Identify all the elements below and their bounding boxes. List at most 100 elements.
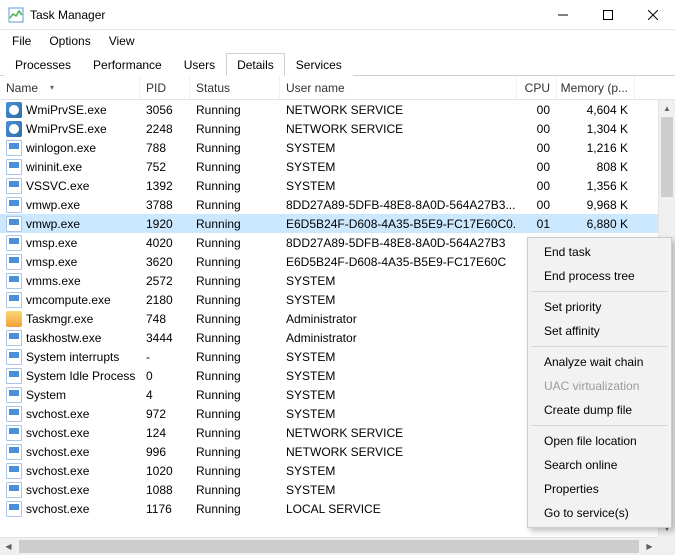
table-row[interactable]: wininit.exe752RunningSYSTEM00808 K [0,157,675,176]
maximize-button[interactable] [585,0,630,30]
cell-status: Running [190,271,280,290]
process-icon [6,235,22,251]
column-header-status[interactable]: Status [190,76,280,99]
cell-status: Running [190,423,280,442]
cell-cpu: 00 [517,157,557,176]
context-menu-item[interactable]: Analyze wait chain [530,350,669,374]
scroll-thumb[interactable] [661,117,673,197]
cell-status: Running [190,385,280,404]
cell-pid: 4 [140,385,190,404]
scroll-left-button[interactable]: ◀ [0,538,17,555]
cell-pid: 4020 [140,233,190,252]
cell-name: vmwp.exe [26,198,80,212]
cell-name: VSSVC.exe [26,179,89,193]
cell-user: SYSTEM [280,385,517,404]
column-header-cpu[interactable]: CPU [517,76,557,99]
cell-user: SYSTEM [280,138,517,157]
cell-status: Running [190,404,280,423]
titlebar: Task Manager [0,0,675,30]
process-icon [6,463,22,479]
cell-user: SYSTEM [280,157,517,176]
scroll-up-button[interactable]: ▲ [659,100,675,117]
context-menu-separator [531,346,668,347]
context-menu-item[interactable]: Set priority [530,295,669,319]
cell-user: E6D5B24F-D608-4A35-B5E9-FC17E60C0... [280,214,517,233]
scroll-thumb-h[interactable] [19,540,639,553]
minimize-button[interactable] [540,0,585,30]
cell-pid: 2572 [140,271,190,290]
cell-name: System interrupts [26,350,119,364]
cell-status: Running [190,119,280,138]
tab-processes[interactable]: Processes [4,53,82,76]
menu-file[interactable]: File [4,31,39,51]
table-row[interactable]: vmwp.exe1920RunningE6D5B24F-D608-4A35-B5… [0,214,675,233]
cell-name: taskhostw.exe [26,331,101,345]
cell-status: Running [190,233,280,252]
context-menu-item[interactable]: Create dump file [530,398,669,422]
cell-pid: 972 [140,404,190,423]
cell-pid: 2180 [140,290,190,309]
cell-user: NETWORK SERVICE [280,423,517,442]
menu-view[interactable]: View [101,31,143,51]
table-row[interactable]: winlogon.exe788RunningSYSTEM001,216 K [0,138,675,157]
cell-memory: 4,604 K [557,100,635,119]
context-menu-item[interactable]: Go to service(s) [530,501,669,525]
context-menu-item[interactable]: Open file location [530,429,669,453]
tab-users[interactable]: Users [173,53,226,76]
context-menu-item[interactable]: Set affinity [530,319,669,343]
context-menu-item[interactable]: End task [530,240,669,264]
process-icon [6,425,22,441]
cell-name: System [26,388,66,402]
scroll-right-button[interactable]: ▶ [641,538,658,555]
cell-name: winlogon.exe [26,141,96,155]
cell-cpu: 00 [517,119,557,138]
context-menu-item[interactable]: Properties [530,477,669,501]
context-menu-item[interactable]: Search online [530,453,669,477]
column-header-user[interactable]: User name [280,76,517,99]
process-icon [6,197,22,213]
cell-pid: 3444 [140,328,190,347]
cell-pid: 124 [140,423,190,442]
cell-pid: - [140,347,190,366]
cell-cpu: 00 [517,195,557,214]
cell-pid: 2248 [140,119,190,138]
cell-pid: 3056 [140,100,190,119]
process-icon [6,501,22,517]
cell-status: Running [190,442,280,461]
horizontal-scrollbar[interactable]: ◀ ▶ [0,537,658,555]
cell-pid: 1176 [140,499,190,518]
cell-status: Running [190,499,280,518]
cell-user: NETWORK SERVICE [280,100,517,119]
tab-services[interactable]: Services [285,53,353,76]
tab-performance[interactable]: Performance [82,53,173,76]
cell-status: Running [190,366,280,385]
close-button[interactable] [630,0,675,30]
column-header-memory[interactable]: Memory (p... [557,76,635,99]
cell-name: vmwp.exe [26,217,80,231]
process-icon [6,102,22,118]
cell-status: Running [190,176,280,195]
table-row[interactable]: VSSVC.exe1392RunningSYSTEM001,356 K [0,176,675,195]
cell-status: Running [190,480,280,499]
cell-user: LOCAL SERVICE [280,499,517,518]
context-menu-item[interactable]: End process tree [530,264,669,288]
process-icon [6,311,22,327]
cell-cpu: 00 [517,176,557,195]
cell-user: E6D5B24F-D608-4A35-B5E9-FC17E60C [280,252,517,271]
cell-pid: 996 [140,442,190,461]
cell-user: Administrator [280,309,517,328]
column-header-name[interactable]: Name▾ [0,76,140,99]
tab-details[interactable]: Details [226,53,285,76]
cell-status: Running [190,461,280,480]
table-row[interactable]: WmiPrvSE.exe2248RunningNETWORK SERVICE00… [0,119,675,138]
cell-memory: 1,216 K [557,138,635,157]
menu-options[interactable]: Options [41,31,98,51]
table-row[interactable]: vmwp.exe3788Running8DD27A89-5DFB-48E8-8A… [0,195,675,214]
process-icon [6,140,22,156]
table-row[interactable]: WmiPrvSE.exe3056RunningNETWORK SERVICE00… [0,100,675,119]
cell-status: Running [190,100,280,119]
column-header-pid[interactable]: PID [140,76,190,99]
cell-name: svchost.exe [26,407,89,421]
menubar: FileOptionsView [0,30,675,52]
window-controls [540,0,675,29]
